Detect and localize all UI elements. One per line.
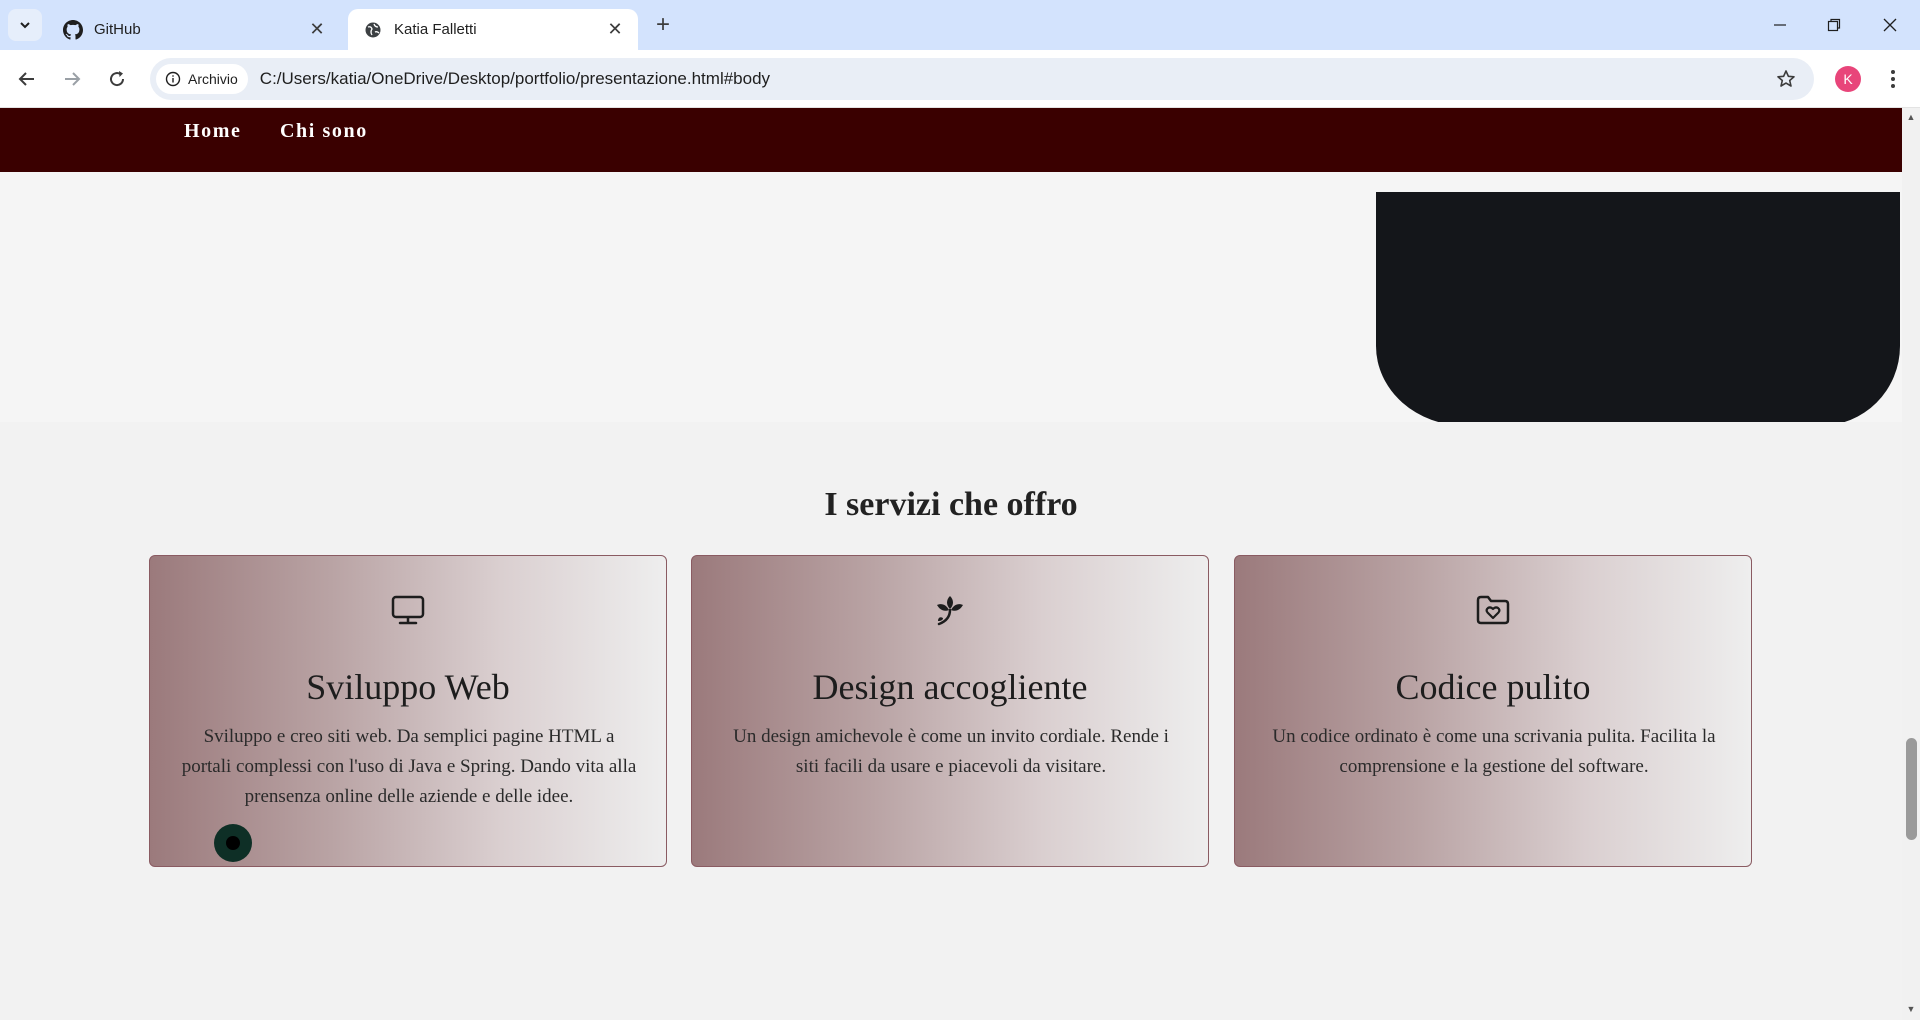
menu-button[interactable] xyxy=(1876,62,1910,96)
tab-title: GitHub xyxy=(94,21,141,38)
close-icon xyxy=(1883,18,1897,32)
restore-button[interactable] xyxy=(1806,0,1862,50)
page-scrollbar[interactable]: ▲ ▼ xyxy=(1902,108,1920,1020)
card-text: Sviluppo e creo siti web. Da semplici pa… xyxy=(181,726,637,807)
scroll-down-arrow-icon[interactable]: ▼ xyxy=(1906,1004,1916,1014)
hero-section xyxy=(0,172,1902,426)
close-icon[interactable]: ✕ xyxy=(604,19,626,41)
info-icon xyxy=(164,70,182,88)
page-viewport: Home Chi sono I servizi che offro Svilup… xyxy=(0,108,1902,1020)
arrow-left-icon xyxy=(18,72,34,86)
scroll-up-arrow-icon[interactable]: ▲ xyxy=(1906,112,1916,122)
reload-button[interactable] xyxy=(100,62,134,96)
forward-button[interactable] xyxy=(55,62,89,96)
monitor-icon xyxy=(150,592,666,628)
services-title: I servizi che offro xyxy=(824,486,1078,523)
card-text: Un design amichevole è come un invito co… xyxy=(733,726,1169,777)
plus-icon: + xyxy=(655,11,670,38)
services-section: I servizi che offro Sviluppo Web Svilupp… xyxy=(0,422,1902,1020)
address-bar[interactable]: Archivio C:/Users/katia/OneDrive/Desktop… xyxy=(150,58,1814,100)
service-card-code: Codice pulito Un codice ordinato è come … xyxy=(1234,555,1752,867)
close-icon[interactable]: ✕ xyxy=(306,19,328,41)
tab-katia-falletti[interactable]: Katia Falletti ✕ xyxy=(348,9,638,50)
more-vertical-icon xyxy=(1891,70,1895,88)
url-text[interactable]: C:/Users/katia/OneDrive/Desktop/portfoli… xyxy=(260,69,1766,89)
dot-icon xyxy=(226,836,240,850)
hero-image-shape xyxy=(1376,192,1900,426)
github-icon xyxy=(62,19,84,41)
flower-icon xyxy=(692,592,1208,628)
bookmark-star-icon[interactable] xyxy=(1766,59,1806,99)
browser-toolbar: Archivio C:/Users/katia/OneDrive/Desktop… xyxy=(0,50,1920,108)
tab-github[interactable]: GitHub ✕ xyxy=(48,9,340,50)
service-card-design: Design accogliente Un design amichevole … xyxy=(691,555,1209,867)
scrollbar-thumb[interactable] xyxy=(1906,738,1917,840)
site-navbar: Home Chi sono xyxy=(0,108,1902,172)
minimize-icon xyxy=(1774,24,1786,26)
service-card-web: Sviluppo Web Sviluppo e creo siti web. D… xyxy=(149,555,667,867)
globe-icon xyxy=(362,19,384,41)
tab-strip: GitHub ✕ Katia Falletti ✕ + xyxy=(0,0,1920,50)
nav-link-chi-sono[interactable]: Chi sono xyxy=(280,120,368,143)
tab-search-button[interactable] xyxy=(8,9,42,41)
tab-title: Katia Falletti xyxy=(394,21,477,38)
close-window-button[interactable] xyxy=(1862,0,1918,50)
nav-link-home[interactable]: Home xyxy=(184,120,242,143)
back-button[interactable] xyxy=(10,62,44,96)
card-text: Un codice ordinato è come una scrivania … xyxy=(1272,726,1716,777)
site-info-label: Archivio xyxy=(188,71,238,87)
site-info-chip[interactable]: Archivio xyxy=(156,64,248,94)
restore-icon xyxy=(1827,18,1841,32)
folder-heart-icon xyxy=(1235,592,1751,628)
card-title: Design accogliente xyxy=(812,667,1088,707)
floating-action-button[interactable] xyxy=(214,824,252,862)
arrow-right-icon xyxy=(65,72,81,86)
card-title: Codice pulito xyxy=(1395,667,1591,707)
new-tab-button[interactable]: + xyxy=(648,10,678,40)
chevron-down-icon xyxy=(20,22,30,29)
card-title: Sviluppo Web xyxy=(306,667,510,707)
minimize-button[interactable] xyxy=(1752,0,1808,50)
reload-icon xyxy=(110,71,125,87)
profile-avatar[interactable]: K xyxy=(1835,66,1861,92)
